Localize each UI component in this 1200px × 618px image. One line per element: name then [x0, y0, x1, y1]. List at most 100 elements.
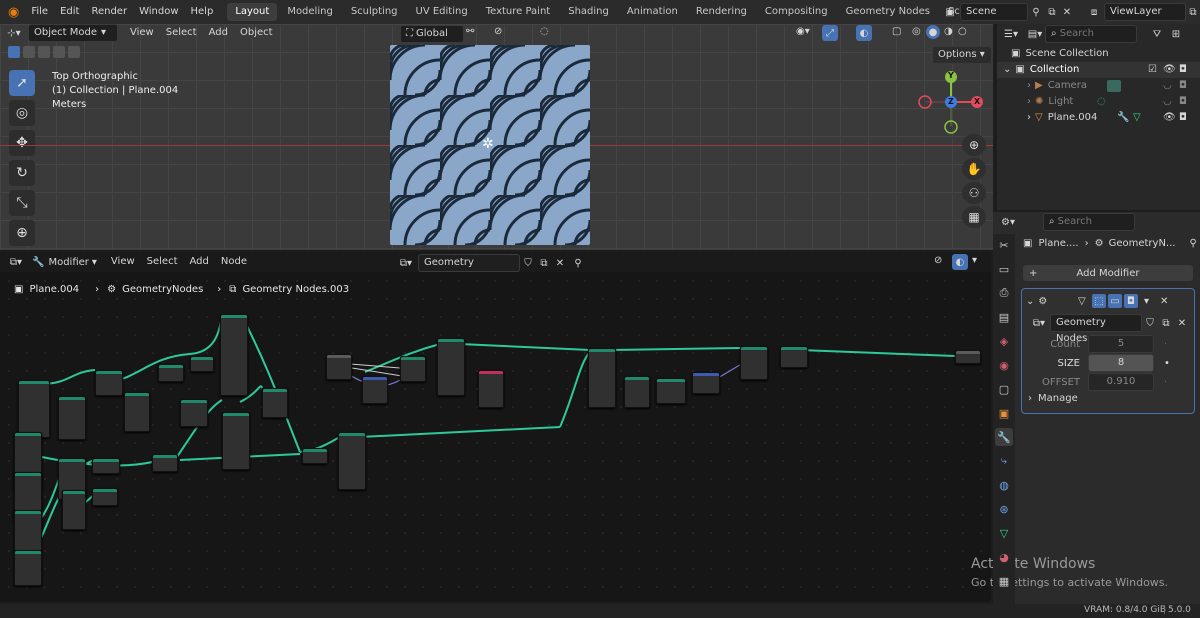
tab-layout[interactable]: Layout [227, 3, 278, 21]
menu-view[interactable]: View [124, 24, 160, 42]
geometry-nodes-icon[interactable]: ▽ [1133, 110, 1141, 126]
checkbox-icon[interactable]: ☑ [1148, 62, 1157, 78]
node[interactable] [740, 346, 768, 380]
light-data-icon[interactable]: ◌ [1097, 94, 1106, 110]
node[interactable] [338, 432, 366, 490]
node[interactable] [18, 380, 50, 438]
tab-shading[interactable]: Shading [560, 3, 617, 21]
node-group-field[interactable]: Geometry Nodes.003 [418, 254, 520, 284]
node[interactable] [124, 392, 150, 432]
viewport-toggle-icon[interactable]: ▭ [1108, 294, 1122, 308]
shading-material-icon[interactable]: ◑ [944, 26, 953, 37]
node[interactable] [400, 356, 426, 382]
select-new-icon[interactable] [8, 46, 20, 58]
particles-tab-icon[interactable]: ⤷ [995, 452, 1013, 470]
node[interactable] [222, 412, 250, 470]
pin-icon[interactable]: ⚲ [1028, 7, 1044, 18]
view-layer-field[interactable]: ViewLayer [1104, 3, 1186, 21]
cage-toggle-icon[interactable]: ⬚ [1092, 294, 1106, 308]
node[interactable] [624, 376, 650, 408]
camera-data-icon[interactable] [1107, 80, 1121, 92]
close-icon[interactable]: ✕ [1174, 318, 1190, 329]
tab-compositing[interactable]: Compositing [757, 3, 836, 21]
node[interactable] [14, 550, 42, 586]
overlay-toggle-icon[interactable]: ◐ [856, 25, 872, 41]
duplicate-icon[interactable]: ⧉ [1158, 318, 1174, 329]
eye-closed-icon[interactable]: ◡ [1163, 94, 1172, 110]
collection-tab-icon[interactable]: ▢ [995, 380, 1013, 398]
outliner-item-light[interactable]: › ✺ Light ◌ ◡ ◘ [997, 94, 1200, 110]
node[interactable] [692, 372, 720, 394]
keyframe-icon[interactable]: · [1164, 377, 1167, 388]
chevron-down-icon[interactable]: ▾ [1144, 296, 1149, 307]
select-subtract-icon[interactable] [38, 46, 50, 58]
outliner-item-camera[interactable]: › ▶ Camera ◡ ◘ [997, 78, 1200, 94]
fake-user-shield-icon[interactable]: ⛉ [520, 258, 536, 269]
keyframe-icon[interactable]: • [1164, 358, 1170, 369]
options-button[interactable]: Options ▾ [932, 46, 992, 64]
select-invert-icon[interactable] [53, 46, 65, 58]
tab-modeling[interactable]: Modeling [279, 3, 341, 21]
zoom-icon[interactable]: ⊕ [962, 134, 986, 156]
node[interactable] [302, 448, 328, 464]
node-tree-type-select[interactable]: 🔧 Modifier ▾ [32, 257, 97, 268]
menu-file[interactable]: File [25, 0, 54, 24]
scale-tool-icon[interactable]: ⤡ [9, 190, 35, 216]
edit-mode-toggle-icon[interactable]: ▽ [1078, 296, 1086, 307]
render-camera-icon[interactable]: ◘ [1179, 78, 1187, 94]
scene-icon[interactable]: ▣ [940, 7, 960, 18]
proportional-edit-icon[interactable]: ◌ [540, 26, 549, 37]
node-group-icon[interactable]: ⧉▾ [394, 258, 418, 269]
gizmo-toggle-icon[interactable]: ⤢ [822, 25, 838, 41]
keyframe-icon[interactable]: · [1164, 339, 1167, 350]
editor-type-icon[interactable]: ⧉▾ [0, 257, 32, 268]
chevron-down-icon[interactable]: ⌄ [1026, 296, 1034, 307]
material-tab-icon[interactable]: ◕ [995, 548, 1013, 566]
outliner-editor-icon[interactable]: ☰▾ [997, 29, 1025, 40]
select-extend-icon[interactable] [23, 46, 35, 58]
mode-select[interactable]: Object Mode ▾ [28, 24, 118, 42]
menu-add[interactable]: Add [203, 24, 234, 42]
texture-tab-icon[interactable]: ▦ [995, 572, 1013, 590]
menu-node[interactable]: Node [215, 253, 253, 271]
shading-wireframe-icon[interactable]: ◎ [912, 26, 921, 37]
node[interactable] [478, 370, 504, 408]
node-group-icon[interactable]: ⧉▾ [1028, 318, 1050, 329]
scene-collection-row[interactable]: ▣ Scene Collection [997, 46, 1200, 62]
menu-select[interactable]: Select [141, 253, 184, 271]
tab-uv-editing[interactable]: UV Editing [408, 3, 476, 21]
constraints-tab-icon[interactable]: ⊛ [995, 500, 1013, 518]
xray-icon[interactable]: ▢ [892, 26, 901, 37]
render-toggle-icon[interactable]: ◘ [1124, 294, 1138, 308]
render-tab-icon[interactable]: ▭ [995, 260, 1013, 278]
node[interactable] [58, 396, 86, 440]
object-tab-icon[interactable]: ▣ [995, 404, 1013, 422]
node[interactable] [92, 458, 120, 474]
navigation-gizmo[interactable]: Y Z X [918, 70, 984, 136]
input-offset-field[interactable]: 0.910 [1088, 373, 1154, 391]
cursor-tool-icon[interactable]: ◎ [9, 100, 35, 126]
menu-select[interactable]: Select [160, 24, 203, 42]
node[interactable] [656, 378, 686, 404]
eye-icon[interactable]: 👁 [1163, 62, 1176, 78]
node[interactable] [190, 356, 214, 372]
properties-editor-icon[interactable]: ⚙▾ [993, 217, 1023, 228]
close-icon[interactable]: ✕ [552, 258, 568, 269]
output-tab-icon[interactable]: ⎙ [995, 284, 1013, 302]
node[interactable] [262, 388, 288, 418]
3d-viewport[interactable]: ⊹▾ Object Mode ▾ View Select Add Object … [0, 24, 993, 250]
pivot-icon[interactable]: ⚯ [466, 26, 474, 37]
view-layer-icon[interactable]: ⧈ [1084, 7, 1104, 18]
render-camera-icon[interactable]: ◘ [1179, 94, 1187, 110]
eye-closed-icon[interactable]: ◡ [1163, 78, 1172, 94]
scene-field[interactable]: Scene [960, 3, 1028, 21]
data-tab-icon[interactable]: ▽ [995, 524, 1013, 542]
chevron-down-icon[interactable]: ▾ [972, 255, 977, 266]
node[interactable] [62, 490, 86, 530]
snap-icon[interactable]: ⊘ [934, 255, 942, 266]
scene-tab-icon[interactable]: ◈ [995, 332, 1013, 350]
select-box-tool-icon[interactable]: ➚ [9, 70, 35, 96]
properties-search[interactable]: ⌕ Search [1043, 213, 1135, 231]
menu-edit[interactable]: Edit [54, 0, 85, 24]
menu-render[interactable]: Render [85, 0, 133, 24]
